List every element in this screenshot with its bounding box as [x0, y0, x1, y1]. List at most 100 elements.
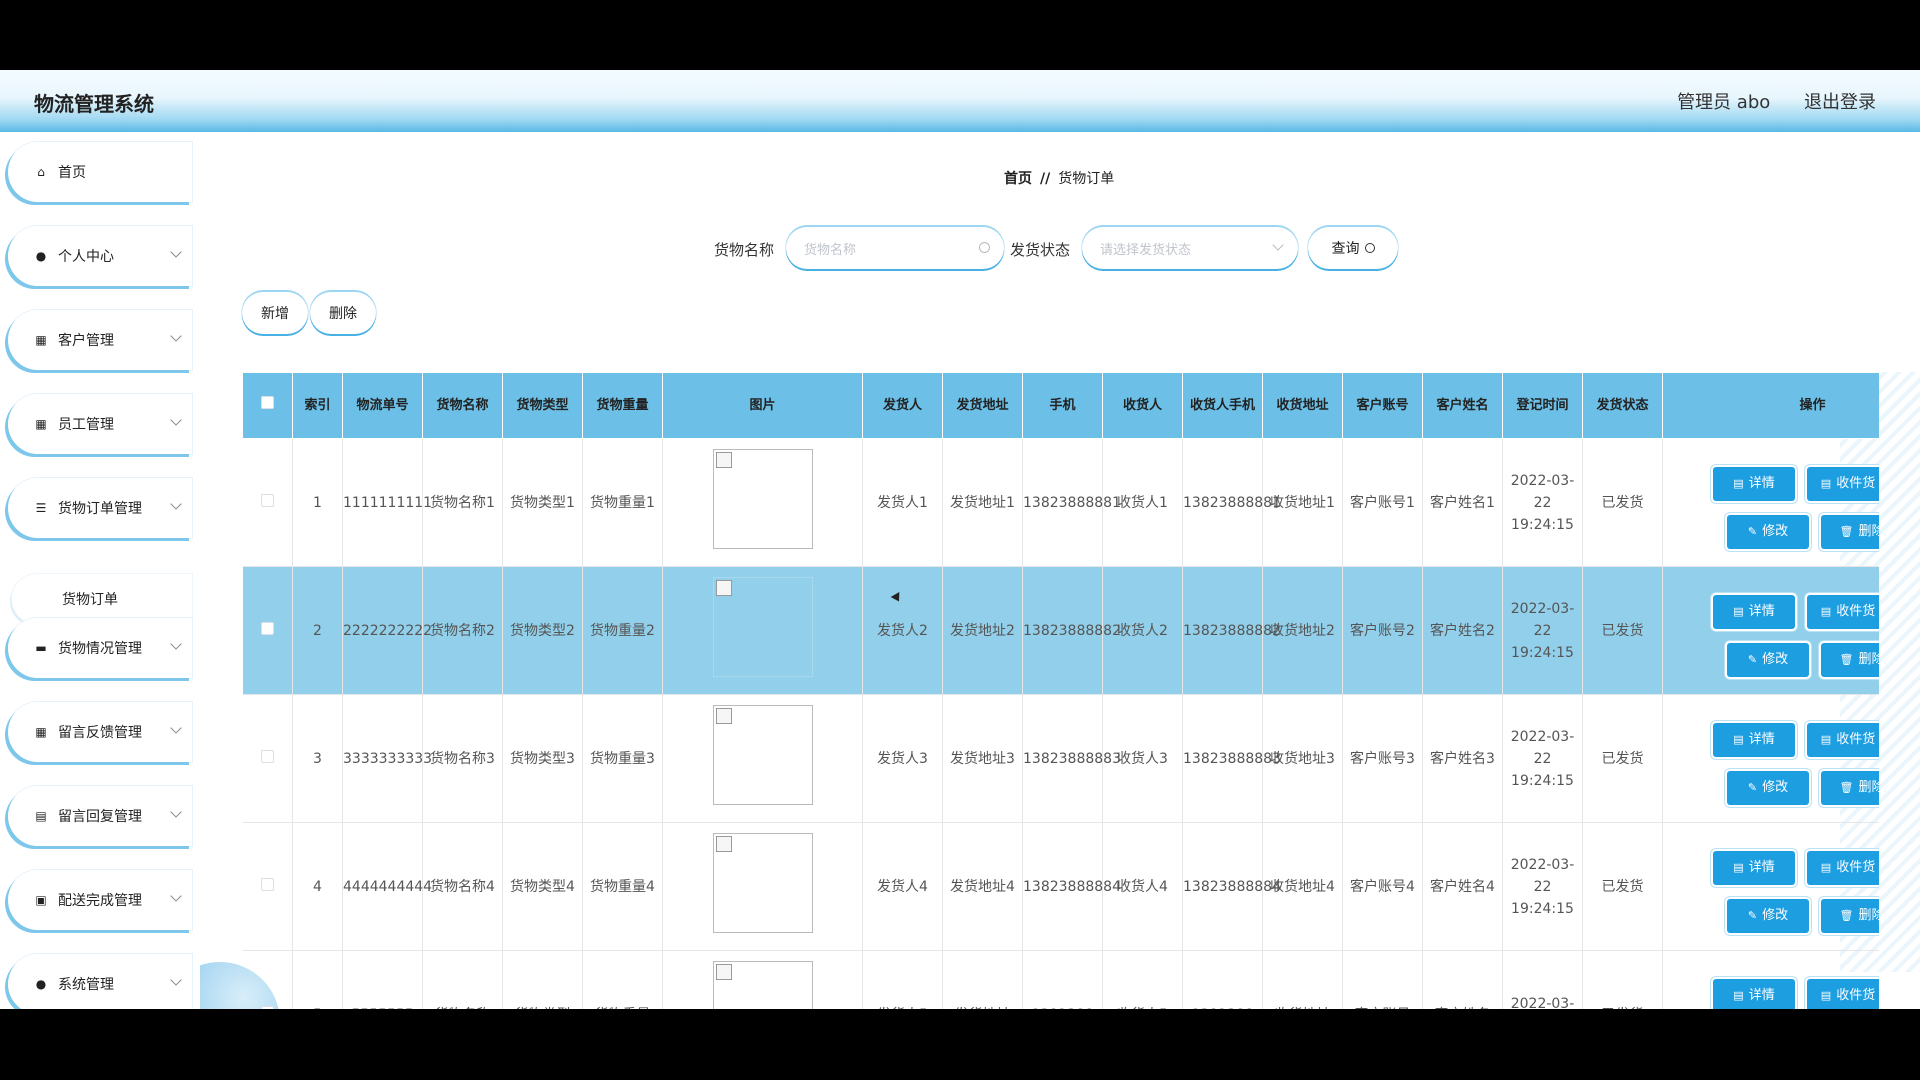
sidebar-item-4[interactable]: ☰ 货物订单管理	[8, 478, 192, 538]
table-row[interactable]: 2 2222222222 货物名称2 货物类型2 货物重量2 发货人2 发货地址2 13823…	[242, 566, 1879, 695]
pencil-icon: ✎	[1747, 525, 1758, 538]
breadcrumb-home[interactable]: 首页	[1004, 171, 1032, 187]
op-label: 收件货	[1836, 860, 1876, 875]
sidebar-item-9[interactable]: ▣ 配送完成管理	[8, 870, 192, 930]
row-delete-button[interactable]: 🗑 删除	[1821, 515, 1879, 549]
file-icon: ▤	[1820, 733, 1832, 746]
select-all-checkbox[interactable]	[261, 395, 274, 409]
sidebar-subitem-orders[interactable]: 货物订单	[12, 574, 192, 624]
sidebar-item-10[interactable]: ● 系统管理	[8, 954, 192, 1009]
detail-button[interactable]: ▤ 详情	[1713, 851, 1795, 885]
cell-index: 5	[292, 950, 343, 1009]
image-placeholder-icon	[715, 452, 732, 468]
cell-phone: 13823888883	[1022, 694, 1121, 823]
detail-button[interactable]: ▤ 详情	[1713, 723, 1795, 757]
table-row[interactable]: 3 3333333333 货物名称3 货物类型3 货物重量3 发货人3 发货地址3 13823…	[242, 694, 1879, 823]
column-header: 货物名称	[422, 372, 503, 439]
column-header: 物流单号	[342, 372, 423, 439]
edit-button[interactable]: ✎ 修改	[1727, 515, 1809, 549]
table-row[interactable]: 1 1111111111 货物名称1 货物类型1 货物重量1 发货人1 发货地址1 13823…	[242, 438, 1879, 567]
sidebar-item-6[interactable]: ▬ 货物情况管理	[8, 618, 192, 678]
person-icon: ●	[35, 249, 47, 263]
cell-account: 客户账号2	[1342, 566, 1423, 695]
cell-raddr: 收货地址	[1262, 950, 1343, 1009]
logout-link[interactable]: 退出登录	[1804, 92, 1876, 113]
search-name-input[interactable]: 货物名称	[786, 227, 1004, 269]
row-checkbox[interactable]	[260, 877, 274, 891]
sidebar-item-8[interactable]: ▤ 留言回复管理	[8, 786, 192, 846]
edit-button[interactable]: ✎ 修改	[1727, 643, 1809, 677]
add-button[interactable]: 新增	[242, 292, 308, 334]
receive-button[interactable]: ▤ 收件货	[1807, 851, 1879, 885]
column-header: 收货地址	[1262, 372, 1343, 439]
sidebar-item-1[interactable]: ● 个人中心	[8, 226, 192, 286]
status-select[interactable]: 请选择发货状态	[1082, 227, 1298, 269]
cell-name: 货物名称2	[422, 566, 503, 695]
cell-sender: 发货人2	[862, 566, 943, 695]
cell-index: 2	[292, 566, 343, 695]
search-icon	[1364, 243, 1375, 253]
cell-index: 4	[292, 822, 343, 951]
cell-account: 客户账号1	[1342, 438, 1423, 567]
row-checkbox[interactable]	[260, 493, 274, 507]
trash-icon: 🗑	[1839, 525, 1854, 538]
delete-button[interactable]: 删除	[310, 292, 376, 334]
image-placeholder-icon	[715, 836, 732, 852]
receive-button[interactable]: ▤ 收件货	[1807, 723, 1879, 757]
receive-button[interactable]: ▤ 收件货	[1807, 595, 1879, 629]
table-row[interactable]: 55555555货物名称货物类型货物重量发货人5发货地址1382388收货人51…	[242, 950, 1879, 1009]
sidebar-item-label: 货物情况管理	[58, 641, 142, 657]
row-delete-button[interactable]: 🗑 删除	[1821, 771, 1879, 805]
row-checkbox[interactable]	[260, 621, 274, 635]
sidebar-item-7[interactable]: ▦ 留言反馈管理	[8, 702, 192, 762]
row-checkbox[interactable]	[260, 1005, 274, 1009]
row-delete-button[interactable]: 🗑 删除	[1821, 643, 1879, 677]
list-icon: ☰	[35, 501, 47, 515]
cell-saddr: 发货地址	[942, 950, 1023, 1009]
row-select-cell	[242, 822, 293, 951]
op-label: 修改	[1762, 780, 1789, 795]
image-placeholder-icon	[715, 964, 732, 980]
cell-sender: 发货人4	[862, 822, 943, 951]
row-select-cell	[242, 438, 293, 567]
op-label: 收件货	[1836, 988, 1876, 1003]
cell-cname: 客户姓名2	[1422, 566, 1503, 695]
broken-image-icon	[712, 449, 813, 549]
cell-name: 货物名称	[422, 950, 503, 1009]
image-cell	[662, 438, 863, 567]
detail-button[interactable]: ▤ 详情	[1713, 595, 1795, 629]
column-header: 手机	[1022, 372, 1103, 439]
file-icon: ▤	[1820, 477, 1832, 490]
operations-cell: ▤ 详情 ▤ 收件货 ✎ 修改 🗑 删除	[1662, 438, 1879, 567]
cell-type: 货物类型3	[502, 694, 583, 823]
chevron-down-icon	[170, 806, 182, 818]
edit-button[interactable]: ✎ 修改	[1727, 771, 1809, 805]
column-header: 发货状态	[1582, 372, 1663, 439]
cell-cname: 客户姓名4	[1422, 822, 1503, 951]
cell-time: 2022-03-22 19:24:15	[1502, 566, 1583, 695]
row-delete-button[interactable]: 🗑 删除	[1821, 899, 1879, 933]
sidebar-item-2[interactable]: ▦ 客户管理	[8, 310, 192, 370]
op-label: 收件货	[1836, 476, 1876, 491]
receive-button[interactable]: ▤ 收件货	[1807, 979, 1879, 1009]
cell-weight: 货物重量3	[582, 694, 663, 823]
operations-cell: ▤ 详情 ▤ 收件货 ✎ 修改 🗑 删除	[1662, 694, 1879, 823]
trash-icon: 🗑	[1839, 909, 1854, 922]
image-cell	[662, 694, 863, 823]
cell-phone: 1382388	[1022, 950, 1103, 1009]
cell-account: 客户账号4	[1342, 822, 1423, 951]
cell-status: 已发货	[1582, 694, 1663, 823]
image-cell	[662, 950, 863, 1009]
cell-sender: 发货人1	[862, 438, 943, 567]
receive-button[interactable]: ▤ 收件货	[1807, 467, 1879, 501]
table-row[interactable]: 4 4444444444 货物名称4 货物类型4 货物重量4 发货人4 发货地址4 13823…	[242, 822, 1879, 951]
sidebar-item-3[interactable]: ▦ 员工管理	[8, 394, 192, 454]
delete-label: 删除	[329, 306, 357, 322]
detail-button[interactable]: ▤ 详情	[1713, 467, 1795, 501]
query-button[interactable]: 查询	[1308, 227, 1398, 269]
detail-button[interactable]: ▤ 详情	[1713, 979, 1795, 1009]
row-checkbox[interactable]	[260, 749, 274, 763]
sidebar-item-0[interactable]: ⌂ 首页	[8, 142, 192, 202]
file-icon: ▤	[1733, 605, 1744, 618]
edit-button[interactable]: ✎ 修改	[1727, 899, 1809, 933]
